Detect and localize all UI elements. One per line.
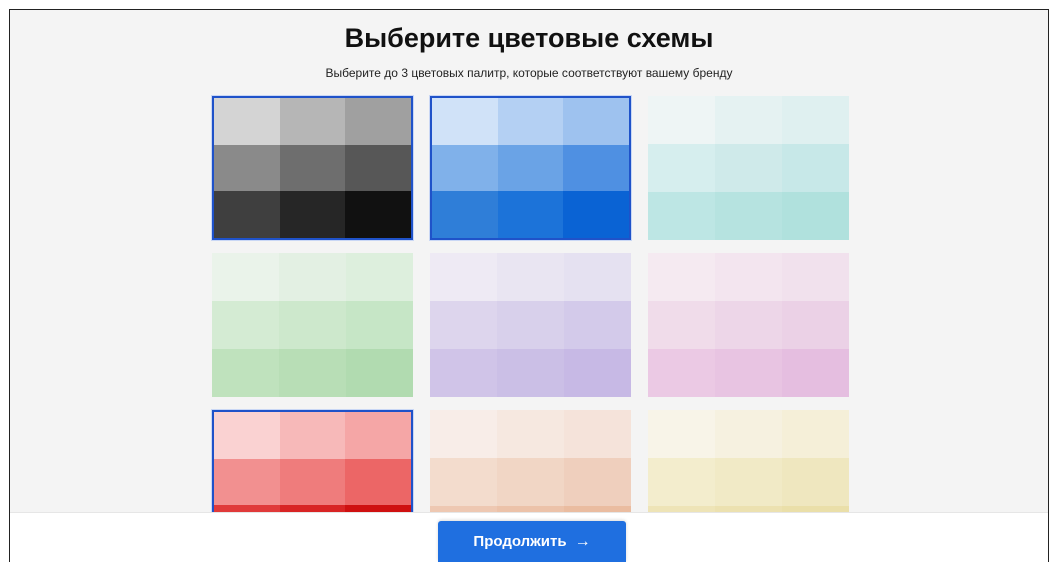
palette-swatch: [345, 144, 411, 192]
palette-swatch: [782, 253, 849, 301]
palette-swatch: [782, 96, 849, 144]
palette-swatch: [648, 458, 715, 506]
palette-swatch: [279, 191, 346, 238]
continue-label: Продолжить: [473, 533, 567, 550]
palette-swatch: [715, 192, 782, 240]
palette-swatch: [430, 301, 497, 349]
palette-swatch: [648, 410, 715, 458]
palette-swatch: [497, 458, 564, 506]
palette-swatch: [432, 144, 498, 192]
palette-swatch: [715, 410, 782, 458]
palette-swatch: [430, 410, 497, 458]
palette-swatch: [648, 96, 715, 144]
palette-swatch: [214, 144, 280, 192]
palette-card-blue[interactable]: [430, 96, 631, 240]
palette-swatch: [346, 253, 413, 301]
palette-swatch: [214, 98, 280, 145]
palette-swatch: [782, 192, 849, 240]
palette-swatch: [564, 458, 631, 506]
page-subtitle: Выберите до 3 цветовых палитр, которые с…: [325, 66, 733, 80]
palette-swatch: [430, 349, 497, 397]
palette-swatch: [497, 253, 564, 301]
palette-swatch: [212, 349, 279, 397]
palette-swatch: [648, 301, 715, 349]
palette-swatch: [346, 349, 413, 397]
palette-swatch: [345, 458, 411, 506]
palette-swatch: [782, 410, 849, 458]
palette-swatch: [648, 253, 715, 301]
palette-swatch: [497, 191, 564, 238]
palette-swatch: [564, 349, 631, 397]
palette-swatch: [563, 191, 629, 238]
palette-swatch: [782, 301, 849, 349]
palette-swatch: [214, 191, 280, 238]
palette-swatch: [563, 98, 629, 145]
palette-swatch: [648, 192, 715, 240]
palette-swatch: [279, 144, 346, 192]
palette-swatch: [497, 410, 564, 458]
palette-swatch: [564, 301, 631, 349]
palette-card-purple[interactable]: [430, 253, 631, 397]
palette-swatch: [715, 144, 782, 192]
palette-swatch: [345, 191, 411, 238]
palette-swatch: [564, 253, 631, 301]
footer-bar: Продолжить →: [10, 512, 1048, 562]
palette-swatch: [279, 98, 346, 145]
palette-swatch: [212, 301, 279, 349]
palette-swatch: [345, 98, 411, 145]
palette-swatch: [497, 301, 564, 349]
palette-swatch: [432, 98, 498, 145]
palette-swatch: [648, 144, 715, 192]
palette-swatch: [782, 349, 849, 397]
palette-swatch: [212, 253, 279, 301]
page-title: Выберите цветовые схемы: [344, 23, 714, 53]
palette-swatch: [279, 349, 346, 397]
palette-swatch: [430, 253, 497, 301]
palette-swatch: [346, 301, 413, 349]
palette-card-gray[interactable]: [212, 96, 413, 240]
palette-swatch: [279, 412, 346, 459]
palette-swatch: [782, 458, 849, 506]
palette-swatch: [214, 412, 280, 459]
palette-swatch: [648, 349, 715, 397]
palette-swatch: [564, 410, 631, 458]
palette-swatch: [214, 458, 280, 506]
palette-swatch: [279, 301, 346, 349]
arrow-right-icon: →: [574, 532, 591, 550]
palette-swatch: [345, 412, 411, 459]
palette-swatch: [497, 98, 564, 145]
palette-card-teal[interactable]: [648, 96, 849, 240]
palette-swatch: [279, 458, 346, 506]
palette-swatch: [782, 144, 849, 192]
palette-swatch: [715, 301, 782, 349]
palette-swatch: [563, 144, 629, 192]
palette-swatch: [715, 458, 782, 506]
palette-swatch: [279, 253, 346, 301]
palette-card-pink[interactable]: [648, 253, 849, 397]
palette-swatch: [430, 458, 497, 506]
palette-card-green[interactable]: [212, 253, 413, 397]
palette-swatch: [715, 349, 782, 397]
continue-button[interactable]: Продолжить →: [438, 521, 626, 562]
color-scheme-dialog: Выберите цветовые схемы Выберите до 3 цв…: [9, 9, 1049, 562]
palette-swatch: [715, 253, 782, 301]
palette-swatch: [432, 191, 498, 238]
palette-swatch: [497, 349, 564, 397]
palette-swatch: [715, 96, 782, 144]
palette-swatch: [497, 144, 564, 192]
